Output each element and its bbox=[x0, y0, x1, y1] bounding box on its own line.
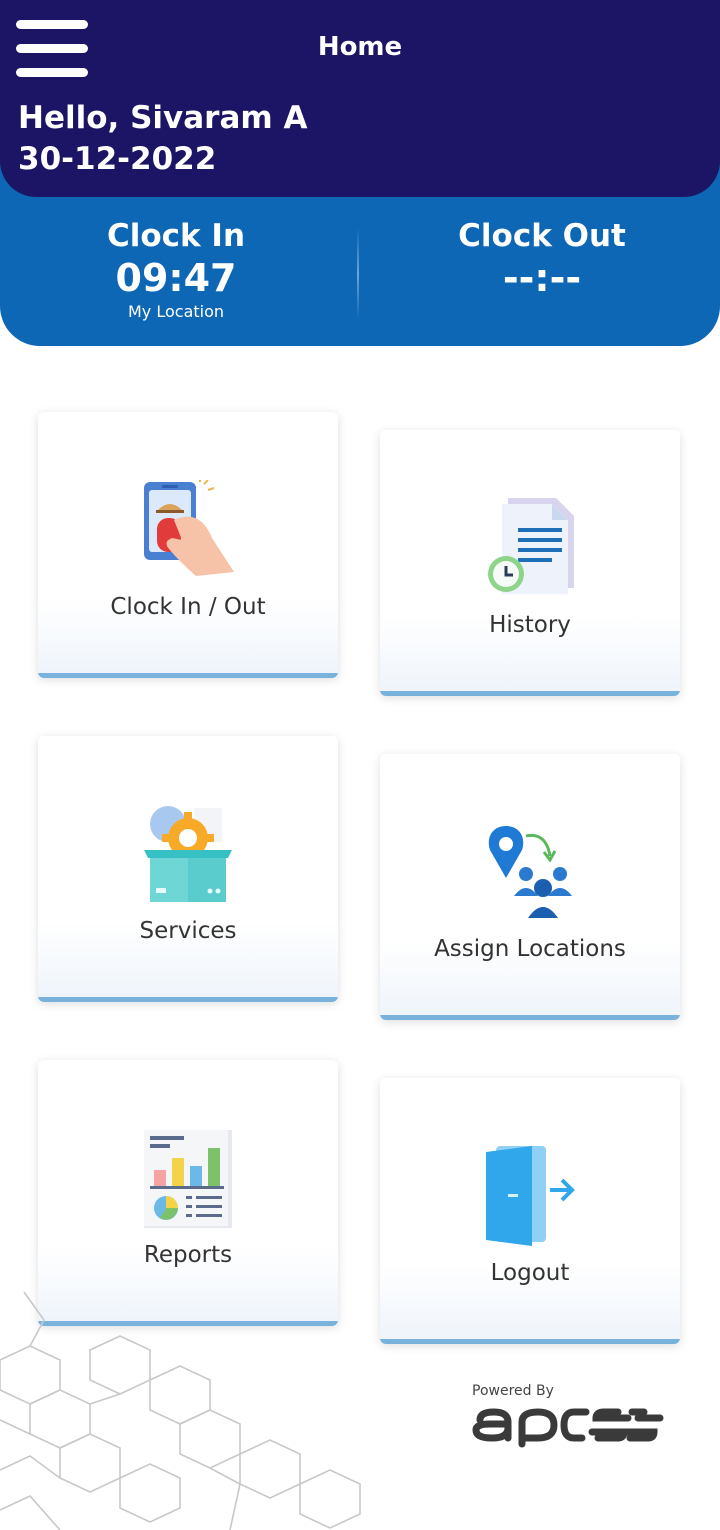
tile-history[interactable]: History bbox=[380, 430, 680, 696]
tile-label: History bbox=[489, 612, 571, 638]
box-gear-icon bbox=[144, 806, 232, 902]
clock-in-label: Clock In bbox=[106, 218, 246, 254]
tile-reports[interactable]: Reports bbox=[38, 1060, 338, 1326]
clock-in-time: 09:47 bbox=[115, 256, 237, 300]
current-date: 30-12-2022 bbox=[18, 141, 217, 177]
tile-logout[interactable]: Logout bbox=[380, 1078, 680, 1344]
tile-label: Services bbox=[139, 918, 237, 944]
phone-touch-icon bbox=[144, 480, 234, 576]
clock-divider bbox=[357, 228, 359, 320]
user-greeting: Hello, Sivaram A bbox=[18, 100, 308, 136]
clock-out-time: --:-- bbox=[502, 256, 582, 300]
tile-assign-locations[interactable]: Assign Locations bbox=[380, 754, 680, 1020]
report-chart-icon bbox=[144, 1130, 232, 1228]
door-exit-icon bbox=[486, 1146, 575, 1246]
tile-label: Clock In / Out bbox=[110, 594, 266, 620]
clock-out-label: Clock Out bbox=[458, 218, 626, 254]
page-title: Home bbox=[317, 32, 403, 62]
clock-in-location-link[interactable]: My Location bbox=[0, 302, 356, 321]
location-people-icon bbox=[488, 826, 572, 918]
clock-in-section: Clock In 09:47 My Location bbox=[0, 218, 356, 321]
tile-clock-in-out[interactable]: Clock In / Out bbox=[38, 412, 338, 678]
background-pattern bbox=[0, 1291, 361, 1530]
powered-by-label: Powered By bbox=[472, 1383, 554, 1399]
tile-label: Assign Locations bbox=[434, 936, 626, 962]
apcess-logo bbox=[472, 1408, 664, 1448]
clock-out-section: Clock Out --:-- bbox=[362, 218, 720, 300]
tile-label: Logout bbox=[490, 1260, 570, 1286]
tile-services[interactable]: Services bbox=[38, 736, 338, 1002]
document-clock-icon bbox=[488, 498, 574, 594]
tile-label: Reports bbox=[143, 1242, 233, 1268]
